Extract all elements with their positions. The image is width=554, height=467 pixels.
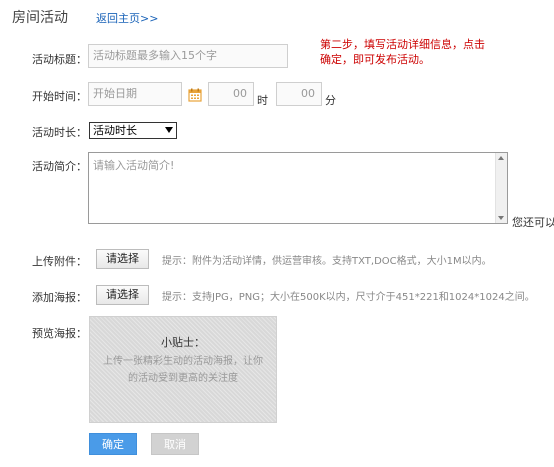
- attachment-choose-button[interactable]: 请选择: [96, 249, 149, 269]
- scroll-down-icon[interactable]: [498, 216, 504, 220]
- attachment-label: 上传附件：: [32, 255, 87, 268]
- attachment-tip: 提示：附件为活动详情，供运营审核。支持TXT,DOC格式，大小1M以内。: [162, 256, 492, 267]
- preview-label: 预览海报：: [32, 327, 87, 340]
- start-date-input[interactable]: 开始日期: [88, 82, 182, 106]
- intro-textarea[interactable]: 请输入活动简介!: [88, 152, 508, 224]
- scroll-up-icon[interactable]: [498, 156, 504, 160]
- poster-tip-line2: 的活动受到更高的关注度: [128, 373, 238, 384]
- intro-side-note: 您还可以: [512, 216, 554, 229]
- title-input[interactable]: 活动标题最多输入15个字: [88, 44, 288, 68]
- step-hint: 第二步，填写活动详细信息，点击确定，即可发布活动。: [320, 38, 485, 66]
- calendar-icon[interactable]: [188, 88, 202, 102]
- intro-scrollbar[interactable]: [495, 153, 507, 223]
- minute-input[interactable]: 00: [276, 82, 322, 106]
- page-title: 房间活动: [12, 10, 68, 26]
- poster-tip: 提示：支持JPG，PNG；大小在500K以内，尺寸介于451*221和1024*…: [162, 292, 535, 303]
- minute-unit-label: 分: [325, 94, 336, 107]
- hour-input[interactable]: 00: [208, 82, 254, 106]
- intro-placeholder: 请输入活动简介!: [93, 159, 175, 172]
- confirm-button[interactable]: 确定: [89, 433, 137, 455]
- hour-unit-label: 时: [257, 94, 268, 107]
- start-time-label: 开始时间：: [32, 90, 87, 103]
- duration-selected-value: 活动时长: [93, 124, 137, 137]
- chevron-down-icon: [165, 127, 173, 133]
- poster-tip-title: 小贴士：: [161, 336, 205, 349]
- duration-label: 活动时长：: [32, 126, 87, 139]
- back-home-link[interactable]: 返回主页>>: [96, 10, 158, 26]
- duration-select[interactable]: 活动时长: [89, 122, 177, 139]
- cancel-button[interactable]: 取消: [151, 433, 199, 455]
- poster-label: 添加海报：: [32, 291, 87, 304]
- poster-preview: 小贴士： 上传一张精彩生动的活动海报，让你 的活动受到更高的关注度: [89, 316, 277, 423]
- intro-label: 活动简介：: [32, 160, 87, 173]
- title-label: 活动标题：: [32, 53, 87, 66]
- poster-choose-button[interactable]: 请选择: [96, 285, 149, 305]
- poster-tip-line1: 上传一张精彩生动的活动海报，让你: [103, 356, 263, 367]
